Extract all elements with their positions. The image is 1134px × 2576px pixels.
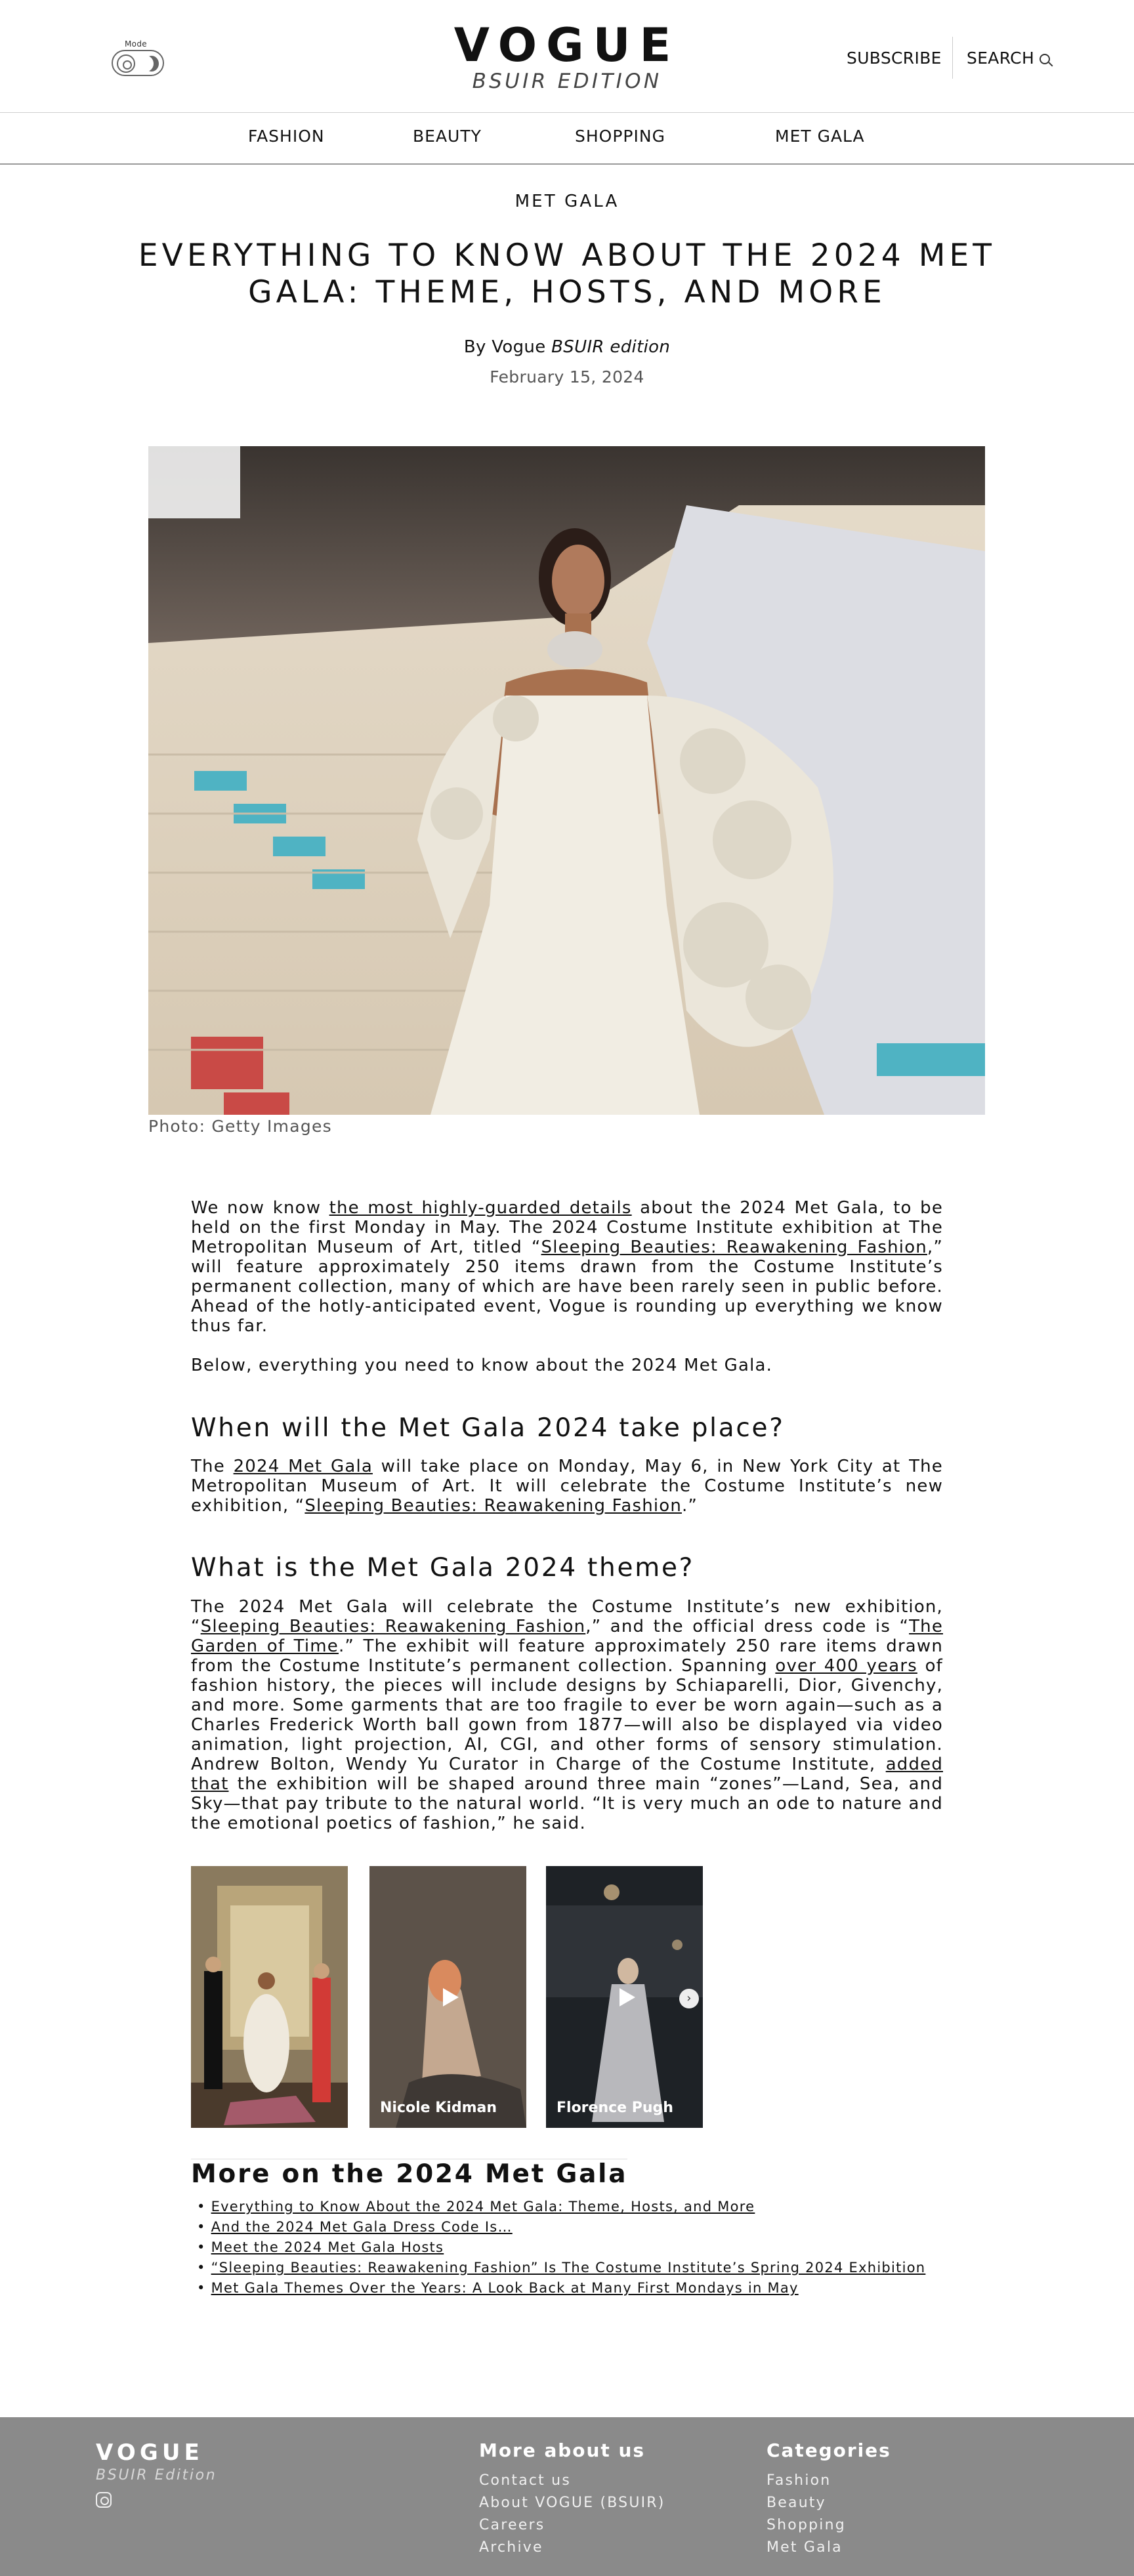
search-button[interactable]: SEARCH xyxy=(967,49,1051,68)
site-edition: BSUIR EDITION xyxy=(472,70,662,93)
intro-paragraph: We now know the most highly-guarded deta… xyxy=(191,1198,943,1336)
nav-item-shopping[interactable]: SHOPPING xyxy=(575,127,665,146)
article-category[interactable]: MET GALA xyxy=(0,192,1134,211)
video-card-label: Nicole Kidman xyxy=(380,2100,497,2116)
article-headline: EVERYTHING TO KNOW ABOUT THE 2024 MET GA… xyxy=(138,238,996,310)
video-card-nicole-kidman[interactable]: Nicole Kidman xyxy=(369,1866,526,2128)
byline-edition: BSUIR edition xyxy=(551,337,671,357)
footer-link-shopping[interactable]: Shopping xyxy=(766,2514,846,2537)
list-item: And the 2024 Met Gala Dress Code Is… xyxy=(197,2217,925,2237)
sleeping-beauties-link[interactable]: Sleeping Beauties: Reawakening Fashion xyxy=(201,1617,586,1636)
footer-link-about[interactable]: About VOGUE (BSUIR) xyxy=(479,2492,665,2514)
video-card-label: Florence Pugh xyxy=(556,2100,673,2116)
more-link-4[interactable]: “Sleeping Beauties: Reawakening Fashion”… xyxy=(211,2260,926,2275)
subscribe-link[interactable]: SUBSCRIBE xyxy=(847,49,942,68)
nav-item-met-gala[interactable]: MET GALA xyxy=(775,127,865,146)
more-link-2[interactable]: And the 2024 Met Gala Dress Code Is… xyxy=(211,2219,513,2235)
nav-item-fashion[interactable]: FASHION xyxy=(248,127,325,146)
more-link-1[interactable]: Everything to Know About the 2024 Met Ga… xyxy=(211,2199,755,2214)
list-item: Everything to Know About the 2024 Met Ga… xyxy=(197,2197,925,2217)
more-link-5[interactable]: Met Gala Themes Over the Years: A Look B… xyxy=(211,2280,799,2296)
sleeping-beauties-link[interactable]: Sleeping Beauties: Reawakening Fashion xyxy=(304,1496,682,1516)
section-heading-when: When will the Met Gala 2024 take place? xyxy=(191,1413,785,1443)
when-paragraph: The 2024 Met Gala will take place on Mon… xyxy=(191,1457,943,1516)
section-heading-theme: What is the Met Gala 2024 theme? xyxy=(191,1553,695,1583)
sleeping-beauties-link[interactable]: Sleeping Beauties: Reawakening Fashion xyxy=(541,1237,927,1257)
text-span: .” xyxy=(682,1496,698,1516)
theme-paragraph: The 2024 Met Gala will celebrate the Cos… xyxy=(191,1597,943,1833)
footer-link-fashion[interactable]: Fashion xyxy=(766,2470,846,2492)
more-links-list: Everything to Know About the 2024 Met Ga… xyxy=(197,2197,925,2298)
footer-about-links: Contact us About VOGUE (BSUIR) Careers A… xyxy=(479,2470,665,2559)
site-footer: VOGUE BSUIR Edition More about us Contac… xyxy=(0,2417,1134,2576)
footer-categories-links: Fashion Beauty Shopping Met Gala xyxy=(766,2470,846,2559)
play-icon[interactable] xyxy=(619,1987,635,2006)
chevron-right-icon[interactable]: › xyxy=(679,1989,699,2008)
footer-link-met-gala[interactable]: Met Gala xyxy=(766,2537,846,2559)
main-nav: FASHION BEAUTY SHOPPING MET GALA xyxy=(0,114,1134,165)
footer-link-contact[interactable]: Contact us xyxy=(479,2470,665,2492)
list-item: Met Gala Themes Over the Years: A Look B… xyxy=(197,2278,925,2298)
over-400-years-link[interactable]: over 400 years xyxy=(775,1656,917,1676)
search-icon xyxy=(1040,54,1051,64)
footer-logo[interactable]: VOGUE xyxy=(96,2440,203,2466)
site-header: Mode VOGUE BSUIR EDITION SUBSCRIBE SEARC… xyxy=(0,0,1134,113)
more-link-3[interactable]: Meet the 2024 Met Gala Hosts xyxy=(211,2239,444,2255)
list-item: Meet the 2024 Met Gala Hosts xyxy=(197,2237,925,2258)
list-item: “Sleeping Beauties: Reawakening Fashion”… xyxy=(197,2258,925,2278)
search-label: SEARCH xyxy=(967,49,1035,68)
article-byline: By Vogue BSUIR edition xyxy=(0,337,1134,357)
article-date: February 15, 2024 xyxy=(490,367,644,386)
text-span: The xyxy=(191,1457,234,1476)
footer-about-title: More about us xyxy=(479,2440,645,2461)
instagram-icon[interactable] xyxy=(96,2492,112,2508)
footer-categories-title: Categories xyxy=(766,2440,891,2461)
text-span: We now know xyxy=(191,1198,329,1218)
site-logo[interactable]: VOGUE xyxy=(0,18,1134,72)
header-divider xyxy=(952,37,953,79)
footer-edition: BSUIR Edition xyxy=(96,2467,217,2483)
play-icon[interactable] xyxy=(442,1987,459,2006)
footer-link-archive[interactable]: Archive xyxy=(479,2537,665,2559)
footer-link-beauty[interactable]: Beauty xyxy=(766,2492,846,2514)
highly-guarded-details-link[interactable]: the most highly-guarded details xyxy=(329,1198,632,1218)
text-span: the exhibition will be shaped around thr… xyxy=(191,1774,943,1833)
video-card-1[interactable] xyxy=(191,1866,348,2128)
hero-photo-caption: Photo: Getty Images xyxy=(148,1117,332,1136)
byline-prefix: By Vogue xyxy=(463,337,546,357)
nav-item-beauty[interactable]: BEAUTY xyxy=(413,127,482,146)
met-gala-2024-link[interactable]: 2024 Met Gala xyxy=(234,1457,373,1476)
footer-link-careers[interactable]: Careers xyxy=(479,2514,665,2537)
summary-paragraph: Below, everything you need to know about… xyxy=(191,1356,773,1375)
text-span: ,” and the official dress code is “ xyxy=(585,1617,910,1636)
hero-photo xyxy=(148,446,985,1115)
more-section-title: More on the 2024 Met Gala xyxy=(191,2159,628,2189)
video-card-florence-pugh[interactable]: › Florence Pugh xyxy=(546,1866,703,2128)
